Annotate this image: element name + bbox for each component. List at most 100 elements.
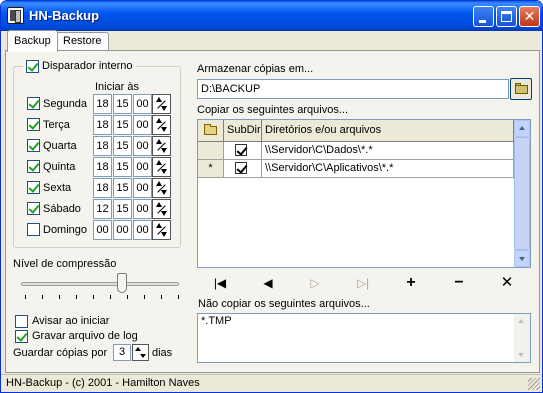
table-row-path[interactable]: \\Servidor\C\Dados\*.* [262,142,514,160]
window-title: HN-Backup [29,8,100,23]
time-spinner[interactable] [152,220,171,240]
app-icon[interactable] [7,7,24,24]
second-field[interactable]: 00 [133,199,152,219]
grid-header-dirs[interactable]: Diretórios e/ou arquivos [262,120,514,142]
slider-tick [93,295,94,299]
hour-field[interactable]: 12 [93,199,112,219]
day-checkbox[interactable] [27,223,40,236]
day-label: Segunda [43,98,88,110]
hour-field[interactable]: 18 [93,136,112,156]
day-label: Sexta [43,182,72,194]
second-field[interactable]: 00 [133,220,152,240]
trigger-checkbox[interactable] [26,59,39,73]
log-checkbox[interactable] [15,330,28,343]
second-field[interactable]: 00 [133,136,152,156]
tab-restore[interactable]: Restore [56,32,109,51]
minute-field[interactable]: 15 [113,157,132,177]
title-bar[interactable]: HN-Backup ✕ [1,1,542,31]
files-grid[interactable]: SubDirs Diretórios e/ou arquivos \\Servi… [197,119,531,268]
maximize-button[interactable] [496,6,517,27]
add-record-button[interactable]: + [400,273,422,293]
day-checkbox[interactable] [27,118,40,131]
status-text: HN-Backup - (c) 2001 - Hamilton Naves [6,377,200,389]
keep-days-spinner[interactable] [132,344,149,361]
table-row-path[interactable]: \\Servidor\C\Aplicativos\*.* [262,160,514,178]
day-row[interactable]: Terça 18 15 00 [27,115,177,135]
prior-record-button[interactable]: ◀ [257,273,279,293]
day-row[interactable]: Quarta 18 15 00 [27,136,177,156]
day-checkbox[interactable] [27,160,40,173]
cancel-edit-button[interactable]: ✕ [496,273,518,293]
minute-field[interactable]: 15 [113,115,132,135]
time-spinner[interactable] [152,178,171,198]
notify-checkbox[interactable] [15,315,28,328]
slider-tick [76,295,77,299]
keep-copies-label: Guardar cópias por [13,347,108,359]
exclude-scrollbar[interactable] [514,314,530,362]
hour-field[interactable]: 18 [93,178,112,198]
day-label: Terça [43,119,70,131]
delete-record-button[interactable]: − [448,273,470,293]
slider-tick [42,295,43,299]
second-field[interactable]: 00 [133,157,152,177]
slider-tick [59,295,60,299]
row-indicator[interactable]: * [198,160,224,178]
day-checkbox[interactable] [27,97,40,110]
close-button[interactable]: ✕ [519,6,540,27]
time-spinner[interactable] [152,115,171,135]
day-checkbox[interactable] [27,139,40,152]
time-spinner[interactable] [152,94,171,114]
day-label: Sábado [43,203,81,215]
app-window: HN-Backup ✕ Backup Restore Disparador in… [0,0,543,393]
time-spinner[interactable] [152,136,171,156]
slider-tick [144,295,145,299]
minimize-button[interactable] [473,6,494,27]
hour-field[interactable]: 18 [93,115,112,135]
browse-folder-button[interactable] [510,78,532,100]
storage-path-field[interactable]: D:\BACKUP [197,79,509,99]
subdirs-checkbox[interactable] [235,144,247,156]
hour-field[interactable]: 18 [93,157,112,177]
minute-field[interactable]: 15 [113,178,132,198]
second-field[interactable]: 00 [133,178,152,198]
day-row[interactable]: Sábado 12 15 00 [27,199,177,219]
trigger-group-title[interactable]: Disparador interno [23,59,136,73]
minute-field[interactable]: 15 [113,94,132,114]
compression-slider-track[interactable] [21,282,179,286]
day-label: Quarta [43,140,77,152]
compression-slider-thumb[interactable] [116,273,127,293]
grid-header-subdirs[interactable]: SubDirs [224,120,262,142]
scroll-up-icon[interactable] [514,120,530,137]
hour-field[interactable]: 00 [93,220,112,240]
table-row-subdirs[interactable] [224,142,262,160]
day-row[interactable]: Segunda 18 15 00 [27,94,177,114]
scroll-thumb[interactable] [514,137,530,250]
hour-field[interactable]: 18 [93,94,112,114]
next-record-button[interactable]: ▷ [304,273,326,293]
scroll-down-icon[interactable] [514,250,530,267]
day-row[interactable]: Sexta 18 15 00 [27,178,177,198]
last-record-button[interactable]: ▷| [352,273,374,293]
table-row-subdirs[interactable] [224,160,262,178]
resize-grip-icon[interactable] [528,378,540,390]
keep-days-field[interactable]: 3 [113,344,131,361]
log-label: Gravar arquivo de log [32,330,138,342]
subdirs-checkbox[interactable] [235,162,247,174]
time-spinner[interactable] [152,157,171,177]
exclude-memo[interactable]: *.TMP [197,313,531,363]
day-row[interactable]: Domingo 00 00 00 [27,220,177,240]
row-indicator[interactable] [198,142,224,160]
day-checkbox[interactable] [27,181,40,194]
grid-scrollbar[interactable] [514,120,530,267]
minute-field[interactable]: 00 [113,220,132,240]
slider-tick [25,295,26,299]
time-spinner[interactable] [152,199,171,219]
tab-backup[interactable]: Backup [7,30,58,52]
day-row[interactable]: Quinta 18 15 00 [27,157,177,177]
minute-field[interactable]: 15 [113,136,132,156]
second-field[interactable]: 00 [133,115,152,135]
first-record-button[interactable]: |◀ [209,273,231,293]
second-field[interactable]: 00 [133,94,152,114]
day-checkbox[interactable] [27,202,40,215]
minute-field[interactable]: 15 [113,199,132,219]
